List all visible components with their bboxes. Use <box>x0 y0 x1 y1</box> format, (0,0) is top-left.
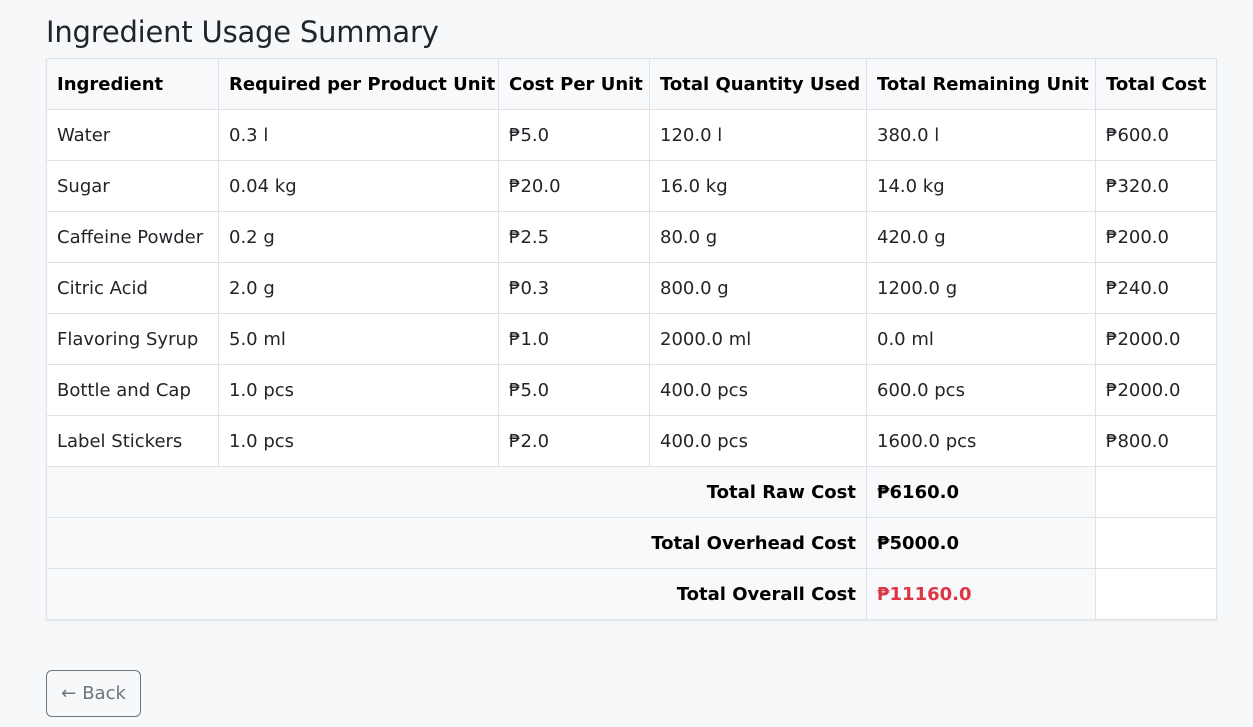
header-total-remaining-unit: Total Remaining Unit <box>866 58 1096 110</box>
header-ingredient: Ingredient <box>46 58 219 110</box>
cell-total-remaining-unit: 600.0 pcs <box>866 364 1096 416</box>
cell-ingredient: Label Stickers <box>46 415 219 467</box>
cell-total-quantity-used: 800.0 g <box>649 262 867 314</box>
cell-total-cost: ₱800.0 <box>1095 415 1217 467</box>
total-overhead-cost-value: ₱5000.0 <box>866 517 1096 569</box>
table-row: Water 0.3 l ₱5.0 120.0 l 380.0 l ₱600.0 <box>46 109 1217 161</box>
cell-total-remaining-unit: 1600.0 pcs <box>866 415 1096 467</box>
cell-ingredient: Flavoring Syrup <box>46 313 219 365</box>
cell-total-quantity-used: 2000.0 ml <box>649 313 867 365</box>
table-header-row: Ingredient Required per Product Unit Cos… <box>46 58 1217 110</box>
back-button[interactable]: ← Back <box>46 670 141 717</box>
header-total-quantity-used: Total Quantity Used <box>649 58 867 110</box>
cell-cost-per-unit: ₱5.0 <box>498 364 650 416</box>
table-row: Flavoring Syrup 5.0 ml ₱1.0 2000.0 ml 0.… <box>46 313 1217 365</box>
total-overall-cost-row: Total Overall Cost ₱11160.0 <box>46 568 1217 620</box>
cell-total-cost: ₱2000.0 <box>1095 313 1217 365</box>
total-raw-cost-label: Total Raw Cost <box>46 466 867 518</box>
cell-total-cost: ₱320.0 <box>1095 160 1217 212</box>
total-overhead-cost-row: Total Overhead Cost ₱5000.0 <box>46 517 1217 569</box>
arrow-left-icon: ← <box>61 683 77 704</box>
total-raw-cost-row: Total Raw Cost ₱6160.0 <box>46 466 1217 518</box>
cell-ingredient: Sugar <box>46 160 219 212</box>
table-row: Sugar 0.04 kg ₱20.0 16.0 kg 14.0 kg ₱320… <box>46 160 1217 212</box>
total-raw-cost-value: ₱6160.0 <box>866 466 1096 518</box>
total-overall-cost-value: ₱11160.0 <box>866 568 1096 620</box>
total-overhead-cost-blank <box>1095 517 1217 569</box>
cell-cost-per-unit: ₱2.0 <box>498 415 650 467</box>
cell-total-remaining-unit: 0.0 ml <box>866 313 1096 365</box>
ingredient-usage-table: Ingredient Required per Product Unit Cos… <box>46 58 1217 620</box>
total-overall-cost-label: Total Overall Cost <box>46 568 867 620</box>
cell-total-remaining-unit: 1200.0 g <box>866 262 1096 314</box>
cell-ingredient: Water <box>46 109 219 161</box>
cell-total-remaining-unit: 420.0 g <box>866 211 1096 263</box>
cell-required-per-unit: 0.2 g <box>218 211 499 263</box>
cell-ingredient: Caffeine Powder <box>46 211 219 263</box>
cell-total-quantity-used: 400.0 pcs <box>649 364 867 416</box>
header-cost-per-unit: Cost Per Unit <box>498 58 650 110</box>
cell-cost-per-unit: ₱20.0 <box>498 160 650 212</box>
cell-total-quantity-used: 80.0 g <box>649 211 867 263</box>
cell-total-cost: ₱600.0 <box>1095 109 1217 161</box>
cell-required-per-unit: 2.0 g <box>218 262 499 314</box>
total-raw-cost-blank <box>1095 466 1217 518</box>
header-total-cost: Total Cost <box>1095 58 1217 110</box>
cell-total-remaining-unit: 380.0 l <box>866 109 1096 161</box>
cell-total-cost: ₱240.0 <box>1095 262 1217 314</box>
cell-required-per-unit: 0.3 l <box>218 109 499 161</box>
cell-cost-per-unit: ₱0.3 <box>498 262 650 314</box>
total-overall-cost-blank <box>1095 568 1217 620</box>
cell-required-per-unit: 5.0 ml <box>218 313 499 365</box>
header-required-per-product-unit: Required per Product Unit <box>218 58 499 110</box>
table-row: Label Stickers 1.0 pcs ₱2.0 400.0 pcs 16… <box>46 415 1217 467</box>
cell-cost-per-unit: ₱5.0 <box>498 109 650 161</box>
cell-ingredient: Bottle and Cap <box>46 364 219 416</box>
cell-cost-per-unit: ₱1.0 <box>498 313 650 365</box>
cell-required-per-unit: 0.04 kg <box>218 160 499 212</box>
total-overhead-cost-label: Total Overhead Cost <box>46 517 867 569</box>
cell-cost-per-unit: ₱2.5 <box>498 211 650 263</box>
cell-total-quantity-used: 120.0 l <box>649 109 867 161</box>
cell-ingredient: Citric Acid <box>46 262 219 314</box>
cell-required-per-unit: 1.0 pcs <box>218 364 499 416</box>
cell-required-per-unit: 1.0 pcs <box>218 415 499 467</box>
cell-total-quantity-used: 400.0 pcs <box>649 415 867 467</box>
table-row: Bottle and Cap 1.0 pcs ₱5.0 400.0 pcs 60… <box>46 364 1217 416</box>
cell-total-cost: ₱200.0 <box>1095 211 1217 263</box>
cell-total-cost: ₱2000.0 <box>1095 364 1217 416</box>
table-row: Caffeine Powder 0.2 g ₱2.5 80.0 g 420.0 … <box>46 211 1217 263</box>
page-title: Ingredient Usage Summary <box>46 15 439 49</box>
cell-total-quantity-used: 16.0 kg <box>649 160 867 212</box>
cell-total-remaining-unit: 14.0 kg <box>866 160 1096 212</box>
table-row: Citric Acid 2.0 g ₱0.3 800.0 g 1200.0 g … <box>46 262 1217 314</box>
back-button-label: Back <box>82 683 126 704</box>
